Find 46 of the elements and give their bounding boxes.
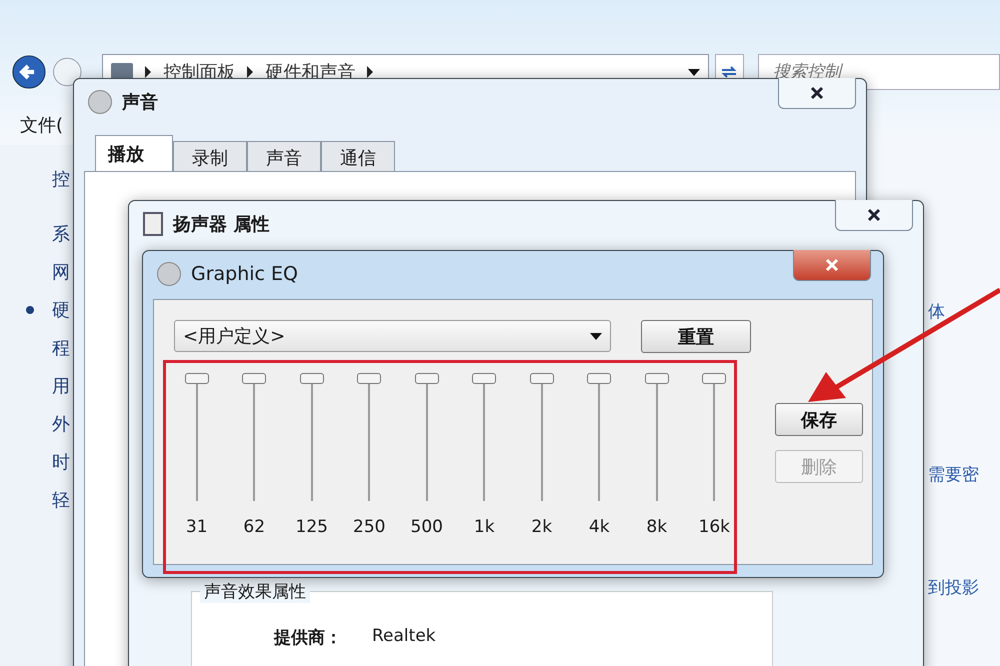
- close-button[interactable]: [778, 78, 856, 109]
- band-label: 62: [243, 517, 266, 537]
- slider-thumb[interactable]: [414, 373, 439, 384]
- task-link[interactable]: 到投影: [928, 576, 979, 599]
- tab[interactable]: 录制: [173, 141, 247, 171]
- menu-item[interactable]: 文件(: [10, 113, 74, 137]
- refresh-icon: [720, 64, 738, 80]
- dropdown-icon: [590, 332, 602, 340]
- task-link[interactable]: 需要密: [928, 463, 979, 486]
- band-label: 8k: [646, 517, 668, 537]
- gear-icon: [157, 262, 181, 286]
- tab[interactable]: 播放: [95, 135, 173, 171]
- slider-thumb[interactable]: [357, 373, 382, 384]
- window-title: 声音: [122, 91, 158, 114]
- band-label: 250: [353, 517, 386, 537]
- band-label: 125: [296, 517, 328, 537]
- close-button[interactable]: [835, 200, 913, 231]
- band-label: 4k: [588, 517, 610, 537]
- sidebar-item[interactable]: 硬: [0, 298, 214, 322]
- slider-thumb[interactable]: [300, 373, 324, 384]
- reset-button[interactable]: 重置: [641, 320, 751, 353]
- close-icon: [825, 258, 839, 272]
- tab[interactable]: 通信: [321, 141, 395, 171]
- field-value: Realtek: [372, 626, 436, 648]
- slider-thumb[interactable]: [242, 373, 266, 384]
- band-label: 31: [186, 517, 208, 537]
- band-label: 2k: [531, 517, 552, 537]
- field-label: 提供商：: [274, 627, 342, 649]
- preset-dropdown[interactable]: <用户定义>: [174, 320, 611, 352]
- close-icon: [810, 86, 824, 100]
- slider-thumb[interactable]: [587, 373, 612, 384]
- tab[interactable]: 声音: [247, 141, 321, 171]
- group-title: 声音效果属性: [200, 580, 310, 603]
- task-link[interactable]: 体: [928, 300, 945, 323]
- window-title: 扬声器 属性: [173, 213, 270, 236]
- band-label: 1k: [474, 517, 495, 537]
- window-title: Graphic EQ: [191, 263, 298, 285]
- band-label: 500: [410, 517, 443, 537]
- slider-thumb[interactable]: [530, 373, 554, 384]
- save-button[interactable]: 保存: [775, 403, 863, 436]
- band-label: 16k: [698, 517, 730, 537]
- slider-thumb[interactable]: [644, 373, 669, 384]
- slider-thumb[interactable]: [184, 373, 209, 384]
- slider-thumb[interactable]: [702, 373, 726, 384]
- slider-thumb[interactable]: [472, 373, 496, 384]
- close-icon: [867, 208, 881, 222]
